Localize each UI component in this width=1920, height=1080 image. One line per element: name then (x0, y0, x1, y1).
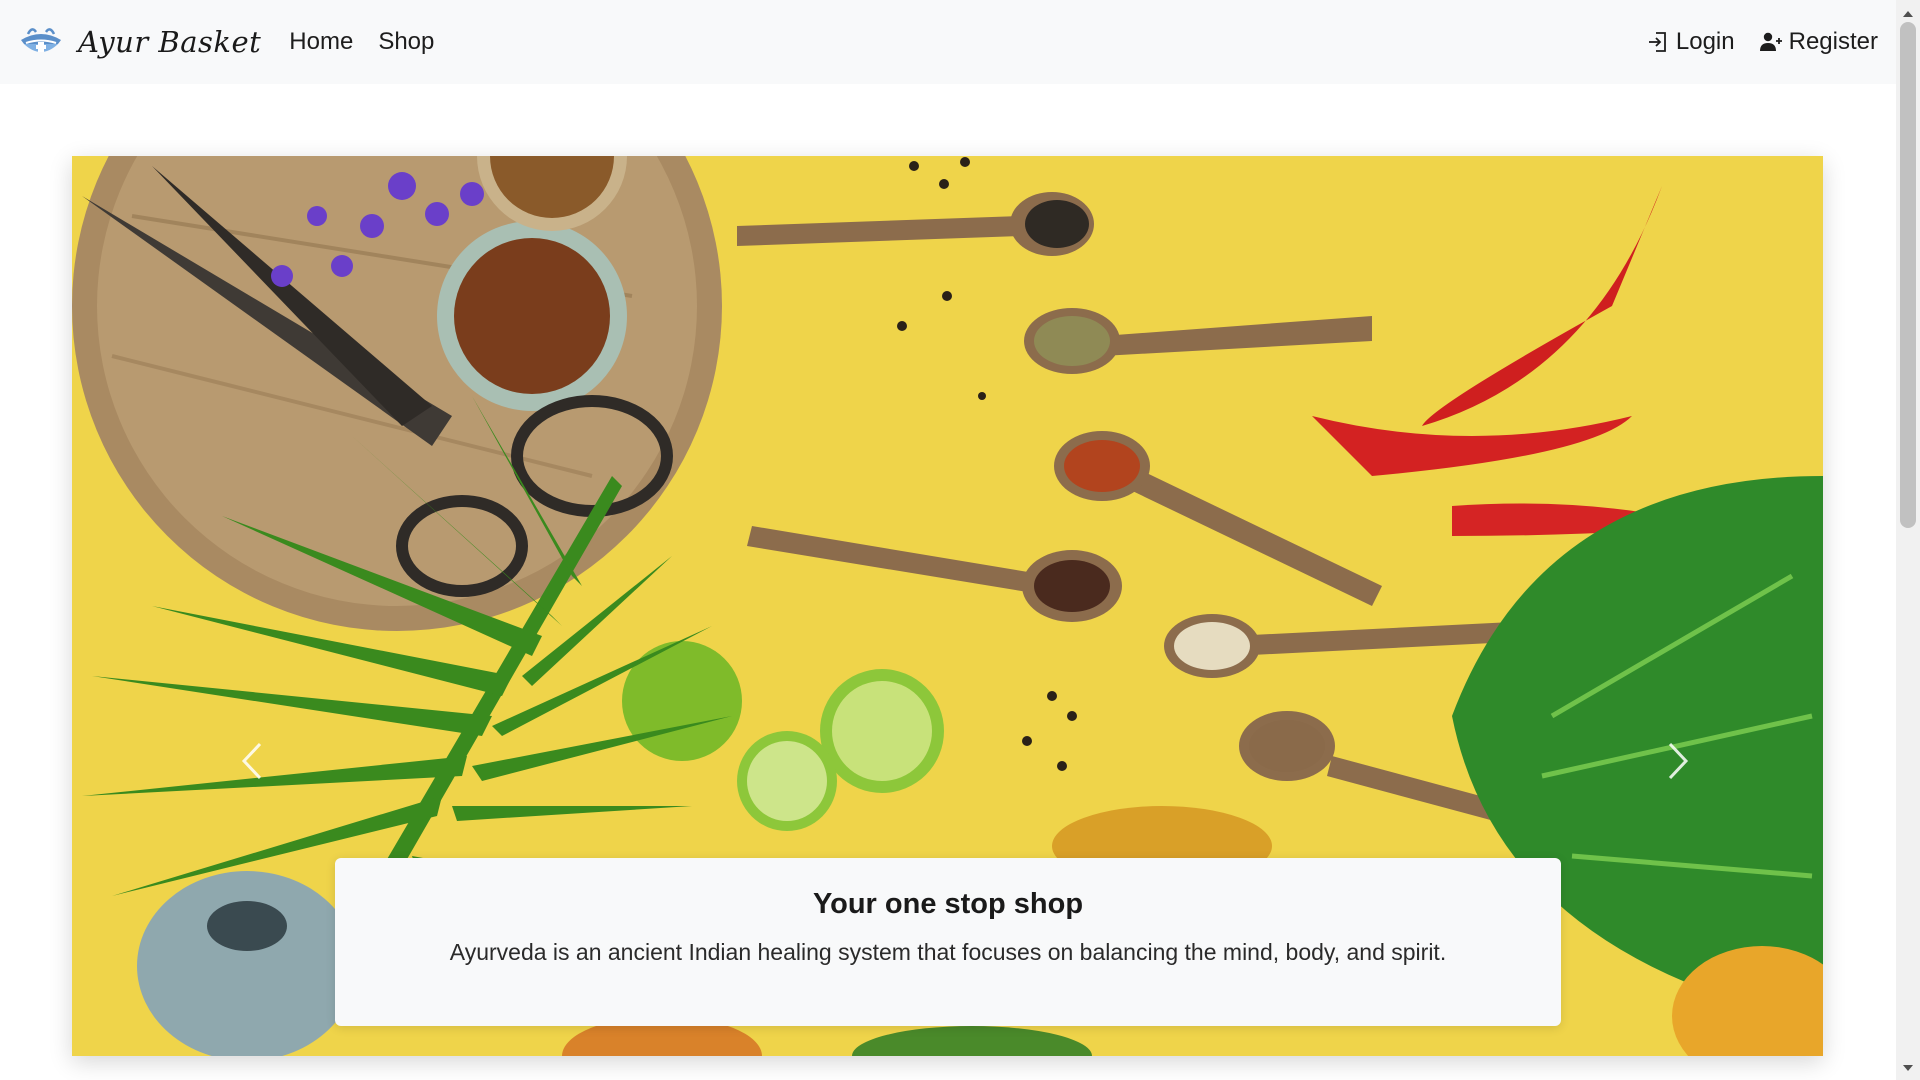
scroll-up-icon[interactable] (1896, 4, 1920, 24)
brand[interactable]: Ayur Basket (18, 22, 261, 62)
auth-nav: Login Register (1622, 28, 1878, 56)
main-nav: Home Shop (289, 28, 459, 56)
user-plus-icon (1759, 32, 1782, 51)
page-scrollbar[interactable] (1896, 0, 1920, 1080)
caption-text: Ayurveda is an ancient Indian healing sy… (449, 939, 1447, 965)
caption-title: Your one stop shop (812, 888, 1084, 920)
scrollbar-thumb[interactable] (1900, 22, 1916, 528)
carousel-next-button[interactable] (1648, 706, 1708, 816)
register-label: Register (1788, 28, 1878, 55)
top-navbar: Ayur Basket Home Shop Login Register (0, 0, 1896, 84)
chevron-right-icon (1668, 742, 1689, 780)
login-link[interactable]: Login (1646, 28, 1735, 56)
nav-link-home[interactable]: Home (289, 28, 353, 56)
login-arrow-icon (1648, 32, 1666, 52)
mortar-bowl-icon (21, 28, 61, 52)
hero-carousel: Your one stop shop Ayurveda is an ancien… (72, 156, 1823, 1056)
register-link[interactable]: Register (1759, 28, 1878, 56)
chevron-left-icon (241, 742, 262, 780)
scroll-down-icon[interactable] (1896, 1058, 1920, 1078)
nav-link-shop[interactable]: Shop (378, 28, 434, 56)
carousel-prev-button[interactable] (222, 706, 282, 816)
brand-name: Ayur Basket (78, 25, 262, 59)
login-label: Login (1675, 28, 1735, 55)
carousel-caption: Your one stop shop Ayurveda is an ancien… (335, 858, 1561, 1026)
